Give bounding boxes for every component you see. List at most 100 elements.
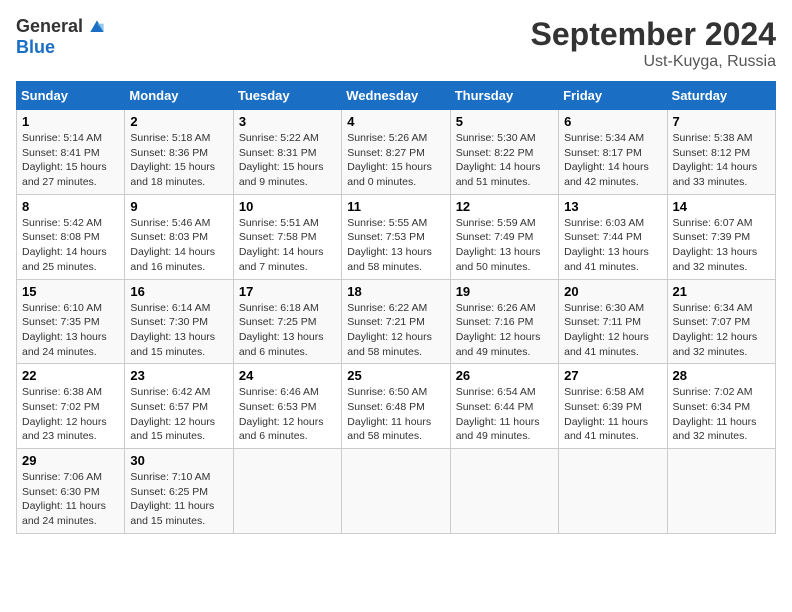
calendar-week-4: 22Sunrise: 6:38 AMSunset: 7:02 PMDayligh… bbox=[17, 364, 776, 449]
day-info: Sunrise: 5:55 AMSunset: 7:53 PMDaylight:… bbox=[347, 216, 444, 275]
day-number: 15 bbox=[22, 284, 119, 299]
day-number: 29 bbox=[22, 453, 119, 468]
day-number: 12 bbox=[456, 199, 553, 214]
title-block: September 2024 Ust-Kuyga, Russia bbox=[531, 16, 776, 71]
day-info: Sunrise: 6:54 AMSunset: 6:44 PMDaylight:… bbox=[456, 385, 553, 444]
calendar-cell: 23 Sunrise: 6:42 AMSunset: 6:57 PMDayligh… bbox=[125, 364, 233, 449]
month-title: September 2024 bbox=[531, 16, 776, 53]
calendar-cell: 14 Sunrise: 6:07 AMSunset: 7:39 PMDayligh… bbox=[667, 194, 775, 279]
day-number: 10 bbox=[239, 199, 336, 214]
calendar-cell: 25Sunrise: 6:50 AMSunset: 6:48 PMDayligh… bbox=[342, 364, 450, 449]
day-info: Sunrise: 7:06 AMSunset: 6:30 PMDaylight:… bbox=[22, 470, 119, 529]
day-info: Sunrise: 5:46 AMSunset: 8:03 PMDaylight:… bbox=[130, 216, 227, 275]
col-tuesday: Tuesday bbox=[233, 82, 341, 110]
day-number: 21 bbox=[673, 284, 770, 299]
day-info: Sunrise: 6:14 AMSunset: 7:30 PMDaylight:… bbox=[130, 301, 227, 360]
calendar-week-3: 15 Sunrise: 6:10 AMSunset: 7:35 PMDayligh… bbox=[17, 279, 776, 364]
calendar-cell: 28 Sunrise: 7:02 AMSunset: 6:34 PMDayligh… bbox=[667, 364, 775, 449]
day-number: 19 bbox=[456, 284, 553, 299]
calendar-cell: 15 Sunrise: 6:10 AMSunset: 7:35 PMDayligh… bbox=[17, 279, 125, 364]
day-info: Sunrise: 6:58 AMSunset: 6:39 PMDaylight:… bbox=[564, 385, 661, 444]
calendar-cell: 8Sunrise: 5:42 AMSunset: 8:08 PMDaylight… bbox=[17, 194, 125, 279]
day-info: Sunrise: 6:34 AMSunset: 7:07 PMDaylight:… bbox=[673, 301, 770, 360]
day-info: Sunrise: 6:26 AMSunset: 7:16 PMDaylight:… bbox=[456, 301, 553, 360]
calendar-cell: 7 Sunrise: 5:38 AMSunset: 8:12 PMDaylight… bbox=[667, 110, 775, 195]
day-info: Sunrise: 6:18 AMSunset: 7:25 PMDaylight:… bbox=[239, 301, 336, 360]
calendar-cell: 3 Sunrise: 5:22 AMSunset: 8:31 PMDaylight… bbox=[233, 110, 341, 195]
logo-general: General bbox=[16, 16, 83, 37]
day-number: 13 bbox=[564, 199, 661, 214]
day-info: Sunrise: 6:10 AMSunset: 7:35 PMDaylight:… bbox=[22, 301, 119, 360]
calendar-cell bbox=[342, 449, 450, 534]
calendar-cell bbox=[559, 449, 667, 534]
day-info: Sunrise: 7:10 AMSunset: 6:25 PMDaylight:… bbox=[130, 470, 227, 529]
day-number: 26 bbox=[456, 368, 553, 383]
calendar-cell: 18 Sunrise: 6:22 AMSunset: 7:21 PMDayligh… bbox=[342, 279, 450, 364]
calendar-cell: 29 Sunrise: 7:06 AMSunset: 6:30 PMDayligh… bbox=[17, 449, 125, 534]
calendar-week-5: 29 Sunrise: 7:06 AMSunset: 6:30 PMDayligh… bbox=[17, 449, 776, 534]
day-number: 6 bbox=[564, 114, 661, 129]
col-saturday: Saturday bbox=[667, 82, 775, 110]
day-info: Sunrise: 6:46 AMSunset: 6:53 PMDaylight:… bbox=[239, 385, 336, 444]
day-info: Sunrise: 5:30 AMSunset: 8:22 PMDaylight:… bbox=[456, 131, 553, 190]
calendar-cell: 20 Sunrise: 6:30 AMSunset: 7:11 PMDayligh… bbox=[559, 279, 667, 364]
calendar-cell: 22Sunrise: 6:38 AMSunset: 7:02 PMDayligh… bbox=[17, 364, 125, 449]
col-monday: Monday bbox=[125, 82, 233, 110]
day-number: 23 bbox=[130, 368, 227, 383]
day-info: Sunrise: 6:50 AMSunset: 6:48 PMDaylight:… bbox=[347, 385, 444, 444]
day-info: Sunrise: 5:22 AMSunset: 8:31 PMDaylight:… bbox=[239, 131, 336, 190]
day-info: Sunrise: 5:38 AMSunset: 8:12 PMDaylight:… bbox=[673, 131, 770, 190]
calendar-cell: 27 Sunrise: 6:58 AMSunset: 6:39 PMDayligh… bbox=[559, 364, 667, 449]
logo-icon bbox=[87, 17, 107, 37]
day-number: 28 bbox=[673, 368, 770, 383]
location-subtitle: Ust-Kuyga, Russia bbox=[531, 53, 776, 71]
calendar-cell: 21 Sunrise: 6:34 AMSunset: 7:07 PMDayligh… bbox=[667, 279, 775, 364]
calendar-table: Sunday Monday Tuesday Wednesday Thursday… bbox=[16, 81, 776, 534]
calendar-cell: 17Sunrise: 6:18 AMSunset: 7:25 PMDayligh… bbox=[233, 279, 341, 364]
calendar-cell: 13 Sunrise: 6:03 AMSunset: 7:44 PMDayligh… bbox=[559, 194, 667, 279]
logo-blue: Blue bbox=[16, 37, 55, 58]
day-info: Sunrise: 7:02 AMSunset: 6:34 PMDaylight:… bbox=[673, 385, 770, 444]
calendar-cell: 30 Sunrise: 7:10 AMSunset: 6:25 PMDayligh… bbox=[125, 449, 233, 534]
calendar-cell bbox=[450, 449, 558, 534]
calendar-cell: 19 Sunrise: 6:26 AMSunset: 7:16 PMDayligh… bbox=[450, 279, 558, 364]
logo: General Blue bbox=[16, 16, 107, 58]
day-number: 3 bbox=[239, 114, 336, 129]
header-row: Sunday Monday Tuesday Wednesday Thursday… bbox=[17, 82, 776, 110]
calendar-cell: 26 Sunrise: 6:54 AMSunset: 6:44 PMDayligh… bbox=[450, 364, 558, 449]
day-number: 18 bbox=[347, 284, 444, 299]
calendar-cell: 2 Sunrise: 5:18 AMSunset: 8:36 PMDaylight… bbox=[125, 110, 233, 195]
calendar-cell: 24 Sunrise: 6:46 AMSunset: 6:53 PMDayligh… bbox=[233, 364, 341, 449]
day-info: Sunrise: 5:26 AMSunset: 8:27 PMDaylight:… bbox=[347, 131, 444, 190]
day-info: Sunrise: 5:18 AMSunset: 8:36 PMDaylight:… bbox=[130, 131, 227, 190]
day-number: 7 bbox=[673, 114, 770, 129]
calendar-cell: 16 Sunrise: 6:14 AMSunset: 7:30 PMDayligh… bbox=[125, 279, 233, 364]
day-number: 1 bbox=[22, 114, 119, 129]
day-info: Sunrise: 6:42 AMSunset: 6:57 PMDaylight:… bbox=[130, 385, 227, 444]
col-sunday: Sunday bbox=[17, 82, 125, 110]
day-number: 27 bbox=[564, 368, 661, 383]
day-number: 22 bbox=[22, 368, 119, 383]
day-number: 16 bbox=[130, 284, 227, 299]
day-info: Sunrise: 6:22 AMSunset: 7:21 PMDaylight:… bbox=[347, 301, 444, 360]
day-info: Sunrise: 6:03 AMSunset: 7:44 PMDaylight:… bbox=[564, 216, 661, 275]
page-header: General Blue September 2024 Ust-Kuyga, R… bbox=[16, 16, 776, 71]
calendar-cell: 11Sunrise: 5:55 AMSunset: 7:53 PMDayligh… bbox=[342, 194, 450, 279]
day-number: 2 bbox=[130, 114, 227, 129]
day-number: 20 bbox=[564, 284, 661, 299]
calendar-cell: 10 Sunrise: 5:51 AMSunset: 7:58 PMDayligh… bbox=[233, 194, 341, 279]
calendar-week-2: 8Sunrise: 5:42 AMSunset: 8:08 PMDaylight… bbox=[17, 194, 776, 279]
col-wednesday: Wednesday bbox=[342, 82, 450, 110]
col-thursday: Thursday bbox=[450, 82, 558, 110]
day-number: 14 bbox=[673, 199, 770, 214]
day-info: Sunrise: 5:14 AMSunset: 8:41 PMDaylight:… bbox=[22, 131, 119, 190]
day-info: Sunrise: 6:30 AMSunset: 7:11 PMDaylight:… bbox=[564, 301, 661, 360]
day-number: 30 bbox=[130, 453, 227, 468]
day-number: 24 bbox=[239, 368, 336, 383]
day-number: 8 bbox=[22, 199, 119, 214]
day-number: 5 bbox=[456, 114, 553, 129]
day-info: Sunrise: 5:34 AMSunset: 8:17 PMDaylight:… bbox=[564, 131, 661, 190]
day-info: Sunrise: 5:51 AMSunset: 7:58 PMDaylight:… bbox=[239, 216, 336, 275]
day-number: 4 bbox=[347, 114, 444, 129]
day-info: Sunrise: 6:07 AMSunset: 7:39 PMDaylight:… bbox=[673, 216, 770, 275]
